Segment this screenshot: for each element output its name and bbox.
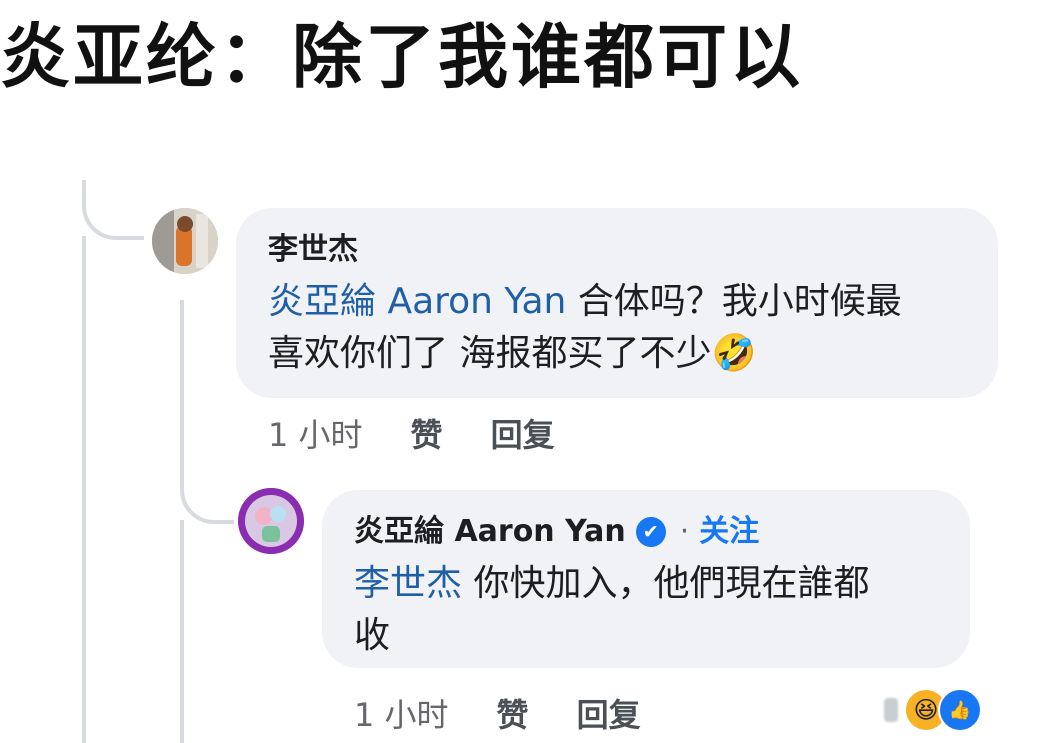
like-button[interactable]: 赞	[497, 690, 529, 736]
verified-badge-icon: ✔	[635, 517, 666, 547]
comment-text: 炎亞綸 Aaron Yan 合体吗？我小时候最 喜欢你们了 海报都买了不少🤣	[268, 276, 968, 380]
follow-button[interactable]: 关注	[699, 512, 759, 552]
thread-connector	[180, 300, 234, 524]
thread-connector	[82, 236, 86, 743]
thread-connector	[82, 180, 144, 240]
author-name[interactable]: 李世杰	[268, 230, 358, 270]
avatar[interactable]	[238, 488, 304, 554]
comment-time[interactable]: 1 小时	[354, 690, 449, 736]
headline: 炎亚纶：除了我谁都可以	[0, 16, 803, 98]
thread-connector	[180, 520, 184, 743]
comment-author: 炎亞綸 Aaron Yan ✔ · 关注	[354, 512, 940, 552]
reply-button[interactable]: 回复	[491, 410, 555, 456]
reaction-count	[884, 698, 898, 722]
comment-text: 李世杰 你快加入，他們現在誰都 收	[354, 558, 940, 662]
profile-photo-icon	[152, 208, 218, 274]
profile-photo-icon	[238, 488, 304, 554]
comment-actions: 1 小时 赞 回复	[268, 410, 603, 456]
comment-text-part: 合体吗？我小时候最	[566, 281, 902, 322]
reply-button[interactable]: 回复	[577, 690, 641, 736]
comment-author[interactable]: 李世杰	[268, 230, 968, 270]
reaction-summary[interactable]: 😆 👍	[884, 688, 982, 732]
rolling-laughing-emoji-icon: 🤣	[711, 333, 757, 374]
like-reaction-icon: 👍	[938, 688, 982, 732]
comment-actions: 1 小时 赞 回复	[354, 690, 689, 736]
comment-bubble: 李世杰 炎亞綸 Aaron Yan 合体吗？我小时候最 喜欢你们了 海报都买了不…	[236, 208, 998, 398]
avatar[interactable]	[152, 208, 218, 274]
comment-time[interactable]: 1 小时	[268, 410, 363, 456]
comment-text-part: 喜欢你们了 海报都买了不少	[268, 333, 712, 374]
like-button[interactable]: 赞	[411, 410, 443, 456]
comment-text-part: 收	[354, 615, 391, 656]
comment-bubble: 炎亞綸 Aaron Yan ✔ · 关注 李世杰 你快加入，他們現在誰都 收	[322, 490, 970, 668]
mention-link[interactable]: 炎亞綸 Aaron Yan	[268, 281, 566, 322]
mention-link[interactable]: 李世杰	[354, 563, 462, 604]
separator-dot: ·	[679, 514, 690, 549]
author-name[interactable]: 炎亞綸 Aaron Yan	[354, 512, 626, 552]
comment-text-part: 你快加入，他們現在誰都	[462, 563, 870, 604]
